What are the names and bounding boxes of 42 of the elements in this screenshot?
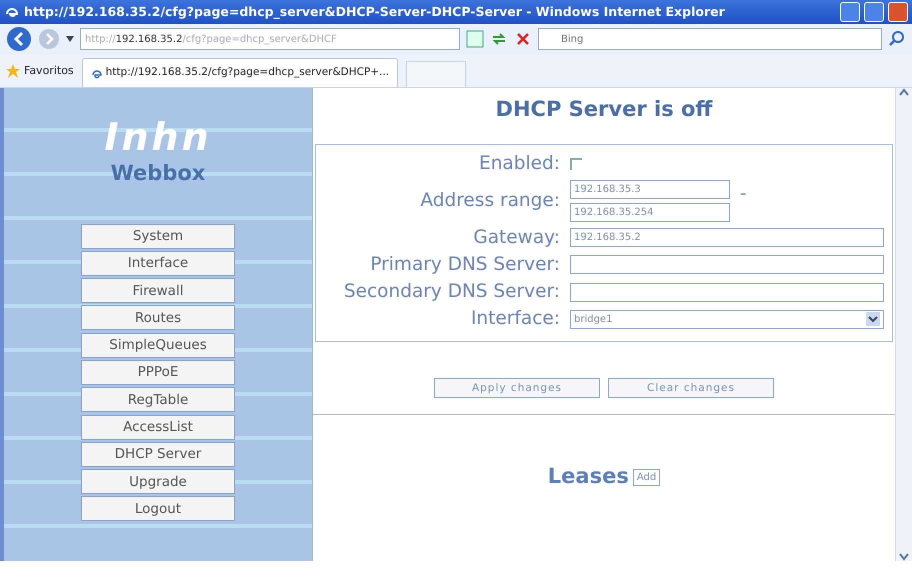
menu-button[interactable]: Interface bbox=[81, 250, 235, 276]
menu-button[interactable]: Logout bbox=[81, 496, 235, 522]
menu-button[interactable]: PPPoE bbox=[81, 360, 235, 385]
checkbox[interactable] bbox=[570, 158, 582, 170]
menu-button[interactable]: RegTable bbox=[81, 387, 235, 412]
dropdown-icon[interactable] bbox=[66, 36, 74, 42]
favorites-link[interactable]: Favoritos bbox=[24, 62, 74, 79]
field-label: Enabled: bbox=[478, 152, 560, 175]
field-label: Interface: bbox=[470, 308, 560, 330]
scrollbar[interactable] bbox=[895, 88, 912, 561]
address-field[interactable]: http://192.168.35.2/cfg?page=dhcp_server&DHCF bbox=[80, 28, 460, 50]
logo: Inhn bbox=[104, 118, 212, 156]
close-button[interactable] bbox=[888, 2, 908, 22]
menu-button[interactable]: Upgrade bbox=[81, 469, 235, 494]
brand-name: Webbox bbox=[110, 160, 206, 187]
back-icon[interactable] bbox=[6, 26, 32, 52]
menu-button[interactable]: SimpleQueues bbox=[81, 332, 235, 358]
tab[interactable]: http://192.168.35.2/cfg?page=dhcp_server&DHCP+... bbox=[82, 58, 398, 87]
field-label: Secondary DNS Server: bbox=[342, 281, 560, 304]
caret-icon[interactable] bbox=[866, 312, 880, 326]
search-field[interactable]: Bing bbox=[538, 28, 882, 50]
menu-button[interactable]: Routes bbox=[81, 305, 235, 330]
menu-button[interactable]: AccessList bbox=[81, 414, 235, 440]
range-separator: - bbox=[740, 182, 746, 206]
window-title: http://192.168.35.2/cfg?page=dhcp_server&DHCP-Server-DHCP-Server - Windows Internet Explorer bbox=[24, 2, 726, 21]
field-label: Gateway: bbox=[472, 226, 560, 249]
scroll-up-icon[interactable] bbox=[899, 88, 909, 96]
star-icon[interactable] bbox=[6, 64, 20, 78]
minimize-button[interactable] bbox=[840, 2, 860, 22]
menu-button[interactable]: DHCP Server bbox=[81, 442, 235, 467]
search-icon[interactable] bbox=[888, 30, 906, 48]
field-label: Address range: bbox=[419, 190, 560, 212]
menu-button[interactable]: Firewall bbox=[81, 278, 235, 304]
input-field[interactable] bbox=[570, 282, 884, 302]
page-heading: DHCP Server is off bbox=[494, 96, 714, 123]
menu-button[interactable]: System bbox=[81, 224, 235, 248]
field-label: Primary DNS Server: bbox=[369, 254, 560, 276]
compat-icon[interactable] bbox=[466, 30, 484, 48]
input-field[interactable] bbox=[570, 255, 884, 274]
scroll-down-icon[interactable] bbox=[899, 553, 909, 561]
section-title: Leases bbox=[548, 463, 629, 490]
maximize-button[interactable] bbox=[864, 2, 884, 22]
